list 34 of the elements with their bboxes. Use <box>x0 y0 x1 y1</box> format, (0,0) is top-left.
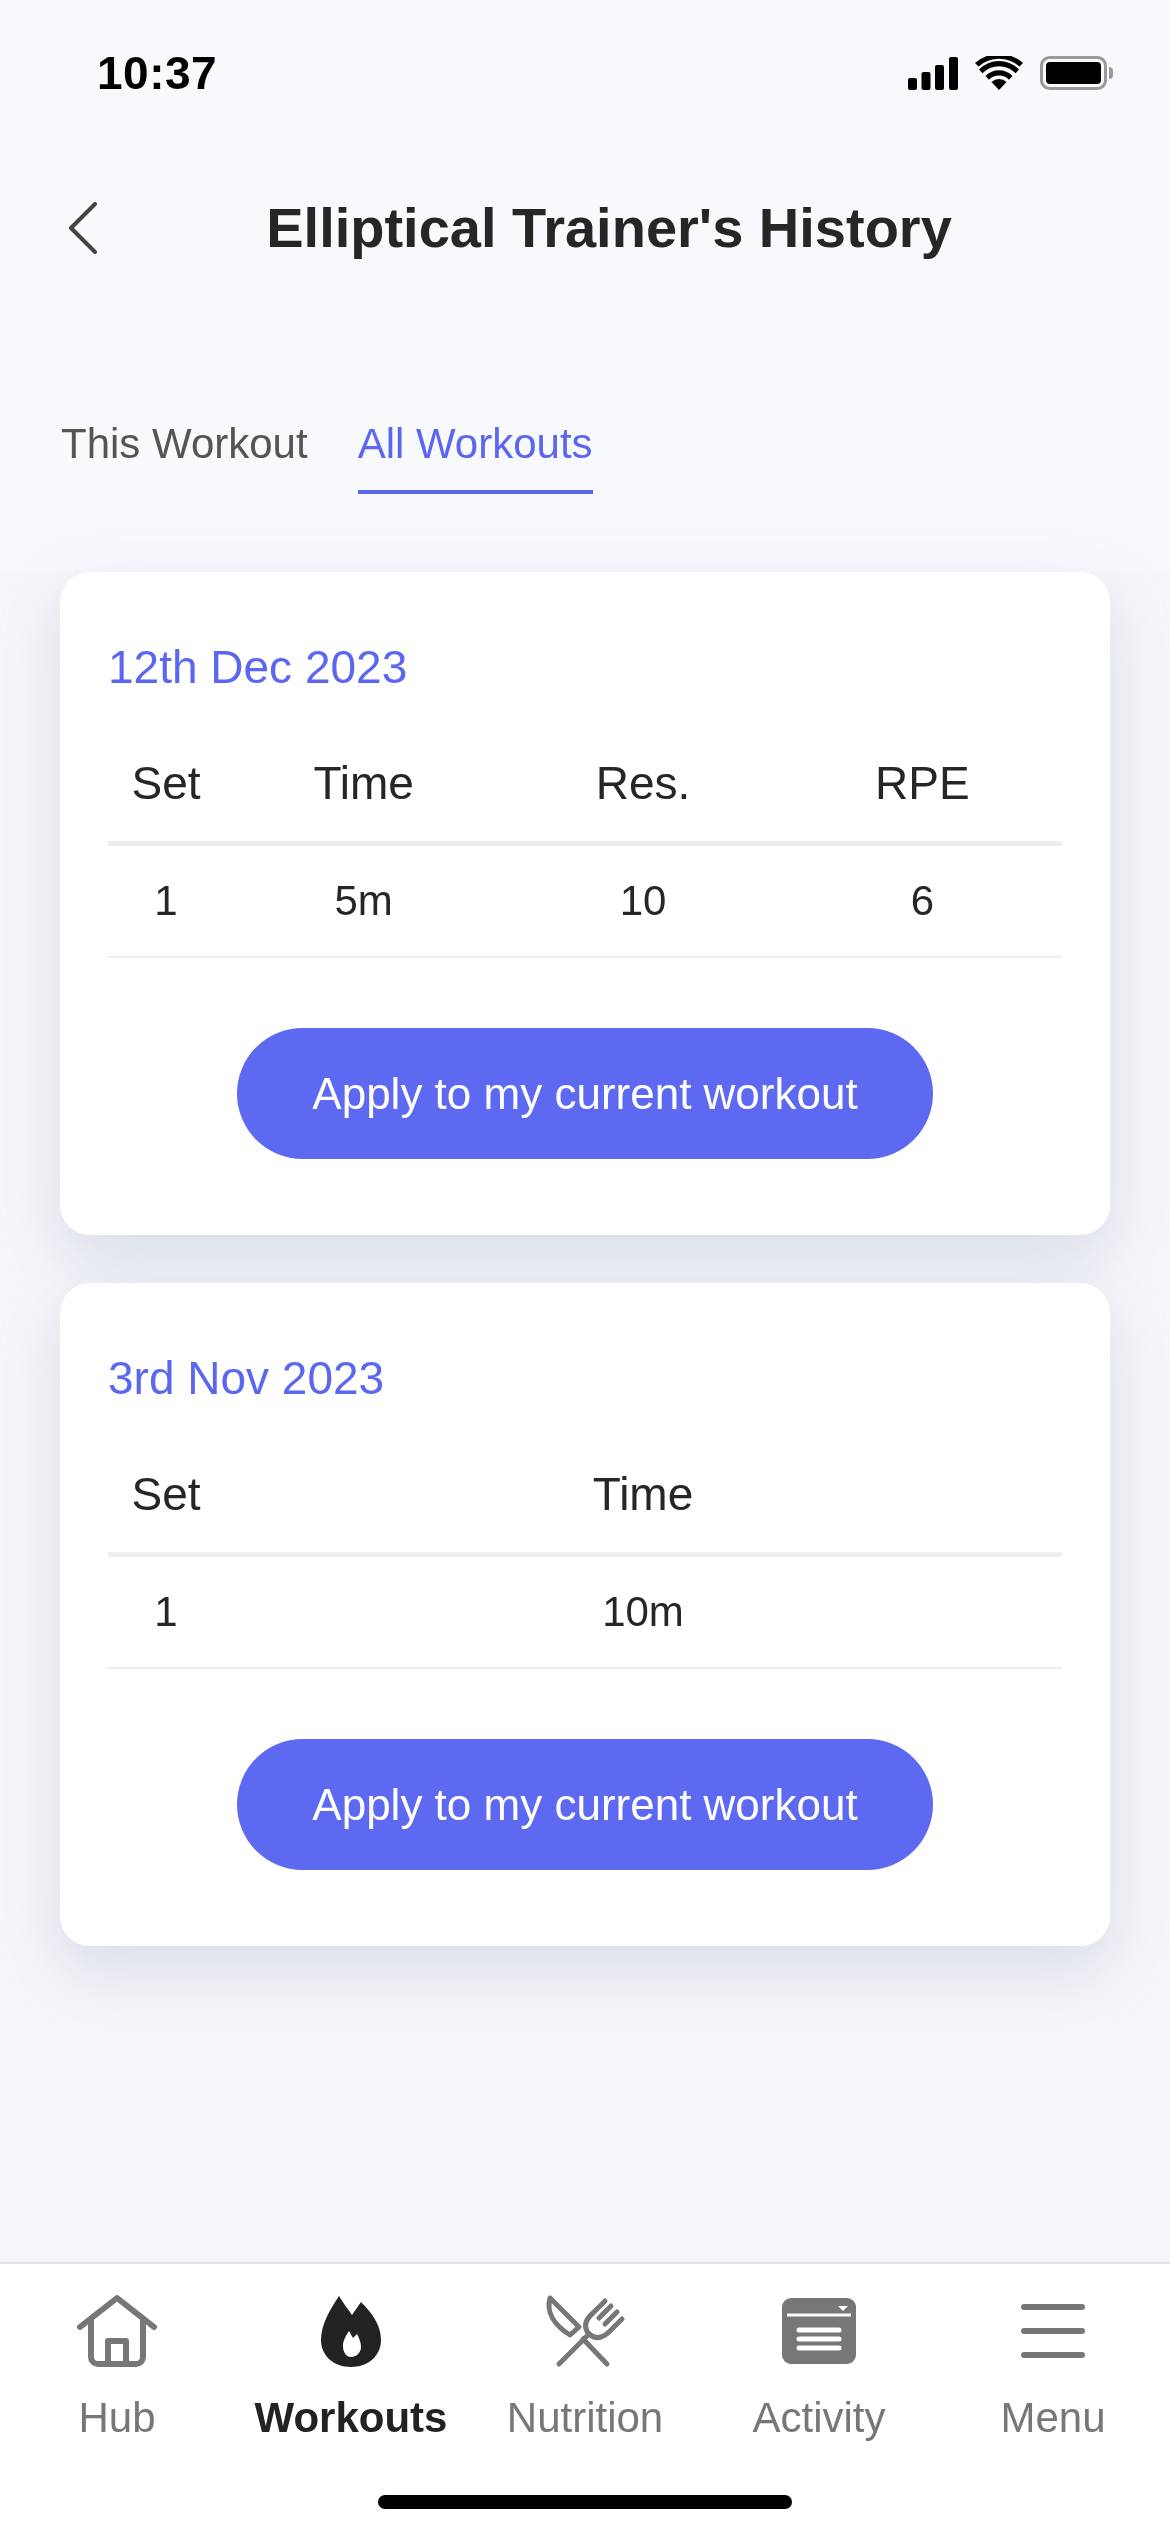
workout-date: 3rd Nov 2023 <box>108 1351 386 1406</box>
table-cell: 1 <box>108 846 224 958</box>
nav-item[interactable]: Activity <box>752 2294 886 2442</box>
column-header: Set <box>108 725 224 846</box>
battery-icon <box>1040 56 1114 90</box>
back-button[interactable] <box>68 202 98 254</box>
nav-item[interactable]: Menu <box>1000 2294 1106 2442</box>
column-header: RPE <box>782 725 1062 846</box>
table-cell: 6 <box>782 846 1062 958</box>
apply-button[interactable]: Apply to my current workout <box>237 1739 933 1870</box>
column-header: Res. <box>503 725 783 846</box>
tab[interactable]: This Workout <box>61 419 308 494</box>
column-header: Set <box>108 1436 224 1557</box>
page-title: Elliptical Trainer's History <box>265 195 953 261</box>
nav-item[interactable]: Hub <box>75 2294 159 2442</box>
table-cell: 10m <box>224 1557 1062 1669</box>
nav-item[interactable]: Workouts <box>254 2294 448 2442</box>
list-card-icon <box>782 2298 856 2364</box>
signal-icon <box>908 56 958 90</box>
menu-icon <box>1020 2303 1086 2359</box>
column-header: Time <box>224 1436 1062 1557</box>
table-cell: 10 <box>503 846 783 958</box>
table-cell: 1 <box>108 1557 224 1669</box>
wifi-icon <box>975 56 1023 90</box>
house-icon <box>75 2294 159 2368</box>
chevron-left-icon <box>68 202 98 254</box>
tab[interactable]: All Workouts <box>357 419 593 494</box>
flame-icon <box>319 2294 383 2368</box>
apply-button[interactable]: Apply to my current workout <box>237 1028 933 1159</box>
table-cell: 5m <box>224 846 504 958</box>
workout-date: 12th Dec 2023 <box>108 640 409 695</box>
nav-item[interactable]: Nutrition <box>506 2294 664 2442</box>
column-header: Time <box>224 725 504 846</box>
status-time: 10:37 <box>97 46 218 100</box>
